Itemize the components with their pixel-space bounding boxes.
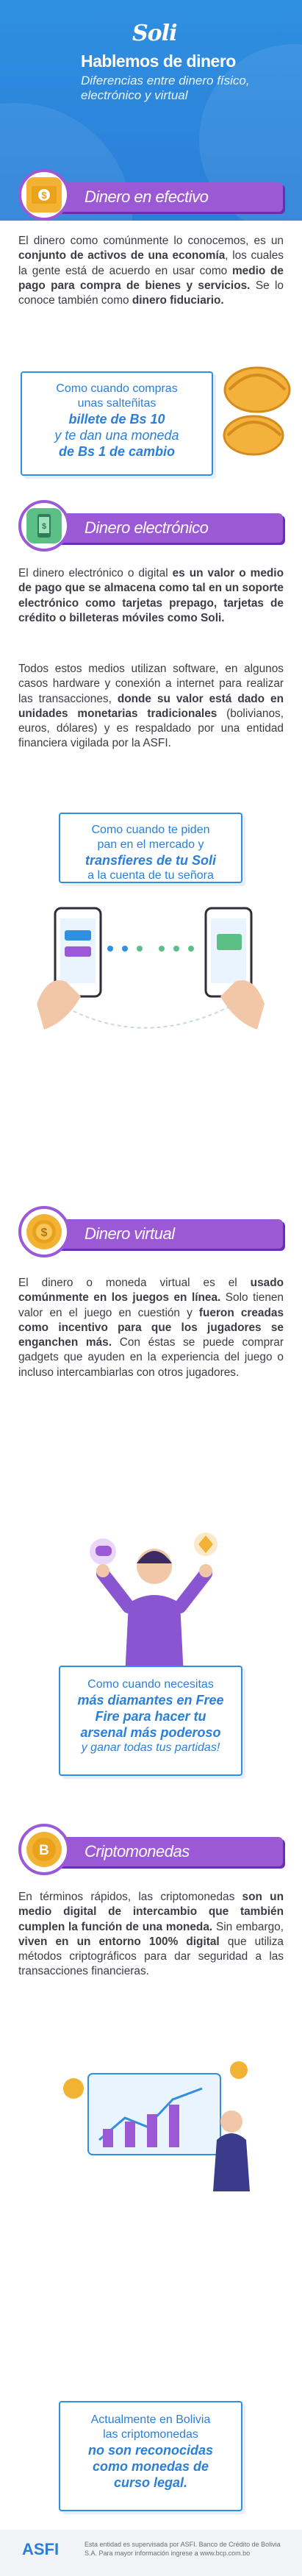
crypto-illustration <box>63 2061 250 2191</box>
footer-note: Esta entidad es supervisada por ASFI. Ba… <box>85 2541 281 2557</box>
text-run: El dinero o moneda virtual es el <box>18 1277 251 1289</box>
svg-text:$: $ <box>41 1227 48 1239</box>
example-callout: Como cuando te piden pan en el mercado y… <box>59 813 242 883</box>
example-callout: Como cuando necesitas más diamantes en F… <box>59 1666 242 1776</box>
text-run: En términos rápidos, las criptomonedas <box>18 1891 242 1903</box>
section-paragraph: En términos rápidos, las criptomonedas s… <box>18 1890 284 1980</box>
text-run: Sin embargo, <box>212 1920 284 1933</box>
phones-transfer-illustration <box>37 907 265 1030</box>
section-paragraph: El dinero como comúnmente lo conocemos, … <box>18 234 284 308</box>
example-callout: Actualmente en Bolivia las criptomonedas… <box>59 2401 242 2511</box>
phone-money-icon: $ <box>18 500 70 552</box>
bold-text: dinero fiduciario. <box>132 294 224 307</box>
page-subtitle: Diferencias entre dinero físico, electró… <box>81 74 250 102</box>
svg-text:$: $ <box>42 522 46 531</box>
page-title: Hablemos de dinero <box>81 51 236 71</box>
section-heading-cash: Dinero en efectivo $ <box>18 169 290 221</box>
saltena-illustration <box>223 366 291 456</box>
section-heading-crypto: Criptomonedas B <box>18 1824 290 1875</box>
gamer-illustration <box>90 1533 217 1677</box>
section-heading-virtual: Dinero virtual $ <box>18 1206 290 1257</box>
svg-text:B: B <box>39 1843 49 1858</box>
svg-text:$: $ <box>41 190 47 201</box>
soli-logo: Soli <box>132 21 177 46</box>
section-title: Dinero en efectivo <box>85 188 209 206</box>
asfi-logo: ASFI <box>22 2540 60 2558</box>
section-paragraph: El dinero o moneda virtual es el usado c… <box>18 1276 284 1380</box>
section-title: Dinero electrónico <box>85 518 209 537</box>
section-paragraph: El dinero electrónico o digital es un va… <box>18 566 284 626</box>
banknote-icon: $ <box>18 169 70 221</box>
text-run: El dinero como comúnmente lo conocemos, … <box>18 235 284 247</box>
section-title: Dinero virtual <box>85 1224 175 1243</box>
section-paragraph: Todos estos medios utilizan software, en… <box>18 662 284 752</box>
text-run: El dinero electrónico o digital <box>18 567 173 579</box>
section-heading-electronic: Dinero electrónico $ <box>18 500 290 552</box>
bold-text: conjunto de activos de una economía <box>18 249 226 263</box>
coin-icon: $ <box>18 1206 70 1257</box>
section-title: Criptomonedas <box>85 1842 190 1860</box>
bold-text: viven en un entorno 100% digital <box>18 1935 220 1948</box>
bitcoin-icon: B <box>18 1824 70 1875</box>
footer: ASFI Esta entidad es supervisada por ASF… <box>0 2530 302 2576</box>
example-callout: Como cuando compras unas salteñitas bill… <box>21 371 213 476</box>
